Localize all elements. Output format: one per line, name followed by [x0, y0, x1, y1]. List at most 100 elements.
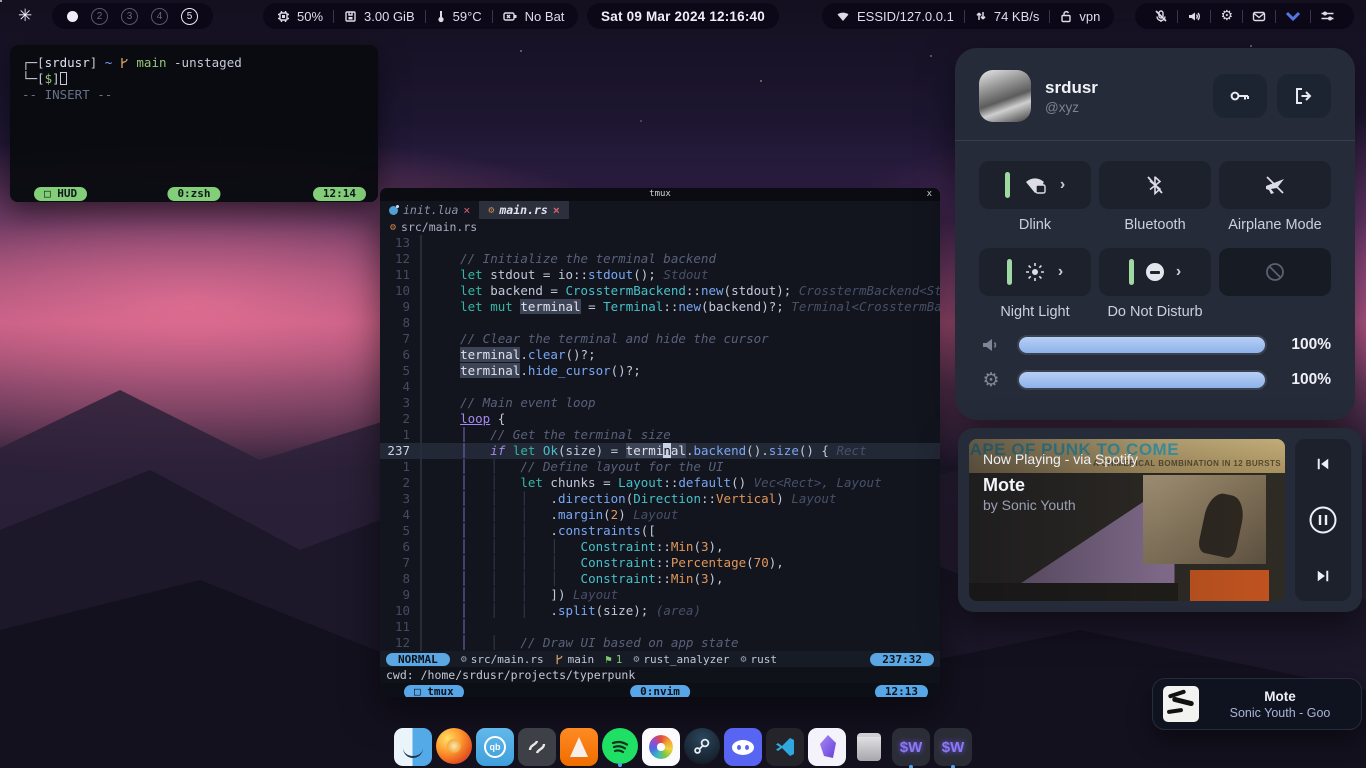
window-close-button[interactable]: x — [927, 188, 932, 201]
mail-icon[interactable] — [1243, 11, 1275, 22]
network-value: 74 KB/s — [994, 9, 1040, 24]
workspace-5[interactable]: 5 — [181, 8, 198, 25]
code-token — [468, 507, 491, 522]
dock-file-manager[interactable] — [394, 728, 432, 766]
volume-slider[interactable] — [1017, 335, 1267, 355]
code-token: │ — [520, 539, 528, 554]
clock-pill[interactable]: Sat 09 Mar 2024 12:16:40 — [587, 3, 779, 29]
tmux-window-zsh[interactable]: 0:zsh — [167, 187, 220, 201]
code-token: Terminal — [603, 299, 663, 314]
code-token: // Initialize the terminal backend — [460, 251, 716, 266]
line-number: 2 — [380, 475, 420, 491]
code-editor[interactable]: 1312 // Initialize the terminal backend1… — [380, 235, 940, 651]
code-token — [498, 587, 521, 602]
dock-wallet-app-2[interactable]: $W — [934, 728, 972, 766]
notification-toast[interactable]: Mote Sonic Youth - Goo — [1152, 678, 1362, 730]
dock-trash[interactable] — [850, 728, 888, 766]
chevron-right-icon[interactable]: › — [1058, 263, 1063, 281]
code-line: 5 │ │ │ .constraints([ — [380, 523, 940, 539]
logout-button[interactable] — [1277, 74, 1331, 118]
dock-vscode[interactable] — [766, 728, 804, 766]
window-name: 0:zsh — [177, 187, 210, 200]
chevron-down-icon[interactable] — [1276, 10, 1310, 22]
code-text: │ if let Ok(size) = terminal.backend().s… — [420, 443, 940, 459]
tmux-session-main[interactable]: □ tmux — [404, 685, 464, 698]
now-playing-label: Now Playing - via Spotify — [983, 451, 1138, 467]
code-token: chunks = — [543, 475, 618, 490]
code-token — [430, 475, 460, 490]
dock-qbittorrent[interactable]: qb — [476, 728, 514, 766]
key-button[interactable] — [1213, 74, 1267, 118]
dock-steam[interactable] — [684, 728, 720, 764]
tmux-window-nvim[interactable]: 0:nvim — [630, 685, 690, 698]
dock-spotify[interactable] — [602, 728, 638, 764]
code-line: 9 let mut terminal = Terminal::new(backe… — [380, 299, 940, 315]
toggle-label: Airplane Mode — [1228, 217, 1322, 234]
dock-photos[interactable] — [642, 728, 680, 766]
dock-swirl-app[interactable] — [518, 728, 556, 766]
toggle-do-not-disturb[interactable]: › — [1099, 248, 1211, 296]
album-art[interactable]: SHAPE OF PUNK TO COME A CHIMERICAL BOMBI… — [969, 439, 1285, 601]
dock-vlc[interactable] — [560, 728, 598, 766]
dock-obsidian[interactable] — [808, 728, 846, 766]
next-button[interactable] — [1313, 567, 1333, 585]
mic-muted-icon[interactable] — [1145, 9, 1177, 23]
editor-window[interactable]: tmux x init.lua×⚙main.rs× ⚙ src/main.rs … — [380, 188, 940, 697]
toggle-bluetooth[interactable] — [1099, 161, 1211, 209]
workspace-2[interactable]: 2 — [91, 8, 108, 25]
workspace-4[interactable]: 4 — [151, 8, 168, 25]
code-token: Direction — [633, 491, 701, 506]
tmux-session-hud[interactable]: □ HUD — [34, 187, 87, 201]
code-token — [430, 555, 460, 570]
code-token: │ — [520, 555, 528, 570]
buffer-tab-main.rs[interactable]: ⚙main.rs× — [479, 201, 568, 219]
code-token: clear — [528, 347, 566, 362]
distro-logo-icon[interactable]: ✳ — [18, 6, 32, 26]
code-token: ( — [693, 539, 701, 554]
toggle-cell — [1219, 248, 1331, 321]
toggle-airplane-mode[interactable] — [1219, 161, 1331, 209]
dock-firefox[interactable] — [436, 728, 472, 764]
code-token — [430, 299, 460, 314]
chevron-right-icon[interactable]: › — [1176, 263, 1181, 281]
workspace-1[interactable] — [67, 11, 78, 22]
code-token — [430, 635, 460, 650]
clock: Sat 09 Mar 2024 12:16:40 — [601, 9, 765, 24]
terminal-window[interactable]: ┌─[srdusr] ~ main -unstaged └─[$] -- INS… — [10, 45, 378, 202]
brightness-slider[interactable] — [1017, 370, 1267, 390]
pause-button[interactable] — [1308, 505, 1338, 535]
divider — [333, 10, 334, 23]
previous-button[interactable] — [1313, 455, 1333, 473]
buffer-tab-init.lua[interactable]: init.lua× — [380, 201, 479, 219]
statusline-file: ⚙src/main.rs — [461, 653, 544, 666]
workspace-3[interactable]: 3 — [121, 8, 138, 25]
code-line: 10 │ │ │ .split(size); (area) — [380, 603, 940, 619]
toggle-night-light[interactable]: › — [979, 248, 1091, 296]
gear-icon[interactable]: ⚙ — [1211, 8, 1242, 24]
tab-close-icon[interactable]: × — [553, 203, 560, 217]
code-token — [468, 475, 491, 490]
toggles-icon[interactable] — [1311, 10, 1344, 22]
line-number: 10 — [380, 603, 420, 619]
speaker-icon[interactable] — [1178, 10, 1210, 23]
toggle-empty[interactable] — [1219, 248, 1331, 296]
chevron-right-icon[interactable]: › — [1060, 176, 1065, 194]
code-token: :: — [663, 475, 678, 490]
breadcrumb: ⚙ src/main.rs — [380, 219, 940, 235]
line-number: 2 — [380, 411, 420, 427]
code-token — [430, 331, 460, 346]
flag-icon: ⚑ — [605, 653, 612, 666]
code-token — [468, 459, 491, 474]
tab-close-icon[interactable]: × — [463, 203, 470, 217]
code-token: let — [460, 283, 483, 298]
statusline-filetype: ⚙rust — [741, 653, 778, 666]
code-token: │ — [460, 619, 468, 634]
code-line: 1 │ // Get the terminal size — [380, 427, 940, 443]
dock-wallet-app[interactable]: $W — [892, 728, 930, 766]
dock-discord[interactable] — [724, 728, 762, 766]
toggle-dlink[interactable]: › — [979, 161, 1091, 209]
network-stats: ESSID/127.0.0.174 KB/svpn — [822, 3, 1114, 29]
next-icon — [1313, 567, 1333, 585]
tmux-status-bar-editor: □ tmux 0:nvim 12:13 — [380, 683, 940, 697]
rust-file-icon: ⚙ — [390, 222, 396, 233]
